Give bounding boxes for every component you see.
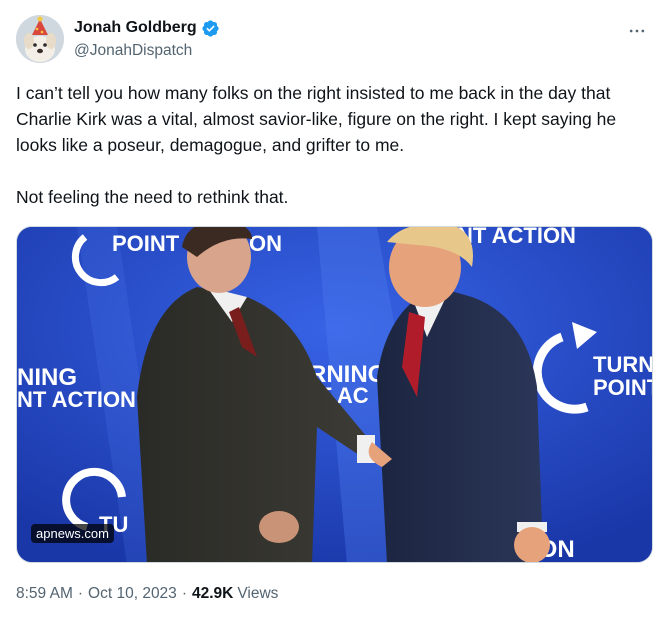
more-options-button[interactable] — [623, 17, 651, 45]
author-handle[interactable]: @JonahDispatch — [74, 42, 220, 60]
backdrop-text-1: POINT — [112, 231, 180, 256]
tweet-time[interactable]: 8:59 AM — [16, 585, 73, 603]
backdrop-text-9: POINT — [593, 375, 653, 400]
tweet-date[interactable]: Oct 10, 2023 — [88, 585, 177, 603]
tweet-meta: 8:59 AM · Oct 10, 2023 · 42.9K Views — [16, 585, 278, 603]
backdrop-text-3: NT ACTION — [457, 227, 576, 248]
author-names: Jonah Goldberg @JonahDispatch — [74, 17, 220, 60]
dog-avatar-icon — [16, 15, 64, 63]
tweet-text: I can’t tell you how many folks on the r… — [16, 83, 617, 207]
avatar[interactable] — [16, 15, 64, 63]
media-source-badge[interactable]: apnews.com — [31, 524, 114, 543]
backdrop-text-8: TURNI — [593, 352, 653, 377]
meta-separator: · — [181, 585, 187, 602]
author-display-name[interactable]: Jonah Goldberg — [74, 19, 197, 37]
views-count[interactable]: 42.9K — [192, 585, 233, 603]
verified-badge-icon[interactable] — [201, 19, 220, 38]
views-label[interactable]: Views — [237, 585, 278, 603]
meta-separator: · — [77, 585, 84, 602]
backdrop-text-5: NT ACTION — [17, 387, 136, 412]
backdrop-text-2: ON — [249, 231, 282, 256]
photo-scene: POINT ON NT ACTION NING NT ACTION TURNIN… — [17, 227, 653, 562]
tweet-media-photo[interactable]: POINT ON NT ACTION NING NT ACTION TURNIN… — [16, 226, 653, 563]
tweet-header: Jonah Goldberg @JonahDispatch — [16, 13, 655, 69]
ellipsis-icon — [629, 29, 645, 33]
